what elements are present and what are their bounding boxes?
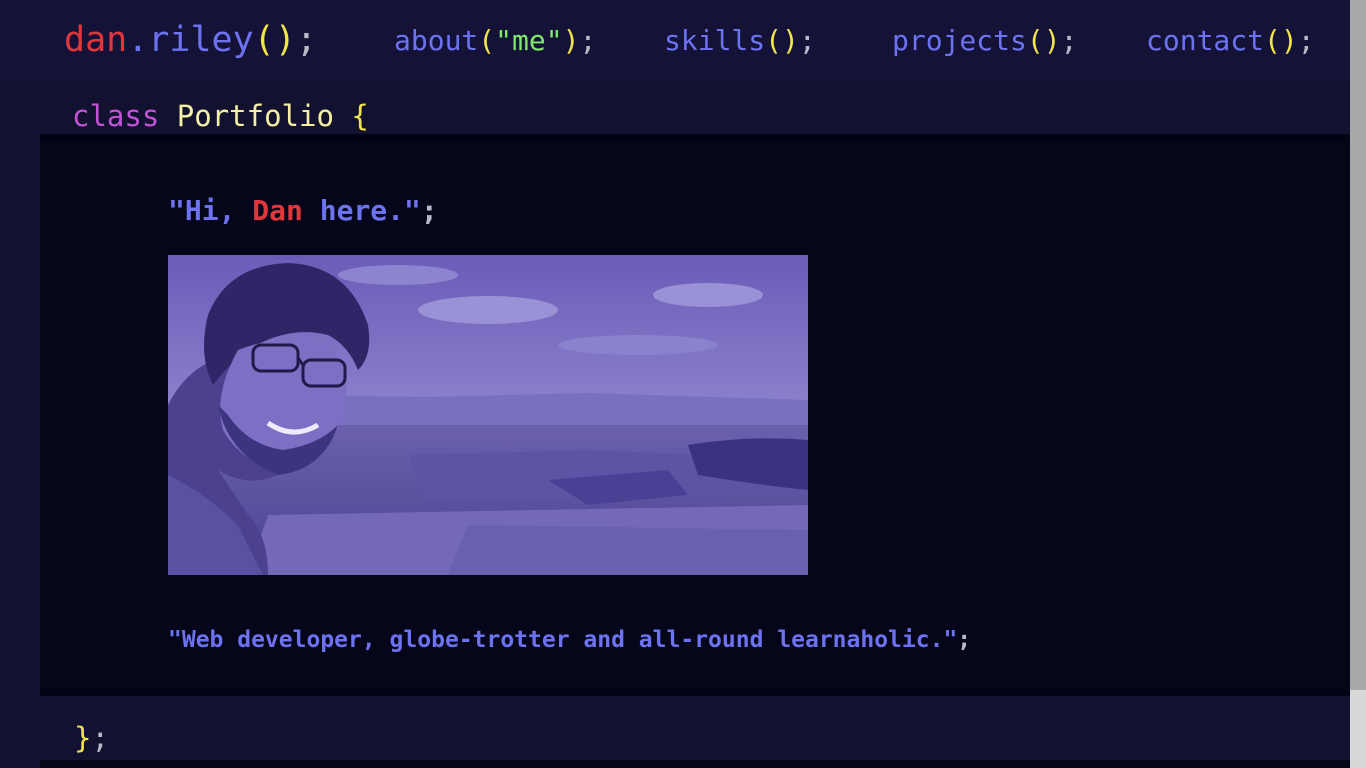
- greeting-rest: here.": [302, 194, 421, 227]
- nav-about-open-paren: (: [478, 24, 496, 57]
- tagline-text: "Web developer, globe-trotter and all-ro…: [168, 627, 958, 653]
- nav-contact-name: contact: [1146, 24, 1265, 57]
- nav-contact-parens: (): [1264, 24, 1298, 57]
- nav-about-name: about: [394, 24, 479, 57]
- class-keyword: class: [72, 99, 160, 133]
- nav-contact-semicolon: ;: [1297, 24, 1315, 57]
- greeting-name: Dan: [252, 194, 303, 227]
- nav-skills-semicolon: ;: [798, 24, 816, 57]
- hero-tagline: "Web developer, globe-trotter and all-ro…: [168, 624, 971, 656]
- scrollbar-thumb[interactable]: [1350, 0, 1366, 690]
- tagline-semicolon: ;: [957, 627, 972, 653]
- class-close-brace: }: [74, 721, 92, 755]
- brand-last: riley: [148, 20, 254, 60]
- hero-bottom-divider: [40, 688, 1350, 696]
- greeting-semicolon: ;: [420, 194, 438, 227]
- nav-skills-link[interactable]: skills();: [664, 22, 816, 60]
- profile-photo-illustration: [168, 255, 808, 575]
- brand-first: dan: [64, 20, 128, 60]
- site-logo[interactable]: dan.riley();: [64, 18, 317, 62]
- class-name: Portfolio: [176, 99, 334, 133]
- hero-top-divider: [40, 134, 1350, 142]
- class-declaration: class Portfolio {: [72, 96, 369, 136]
- greeting-open: "Hi,: [168, 194, 253, 227]
- nav-contact-link[interactable]: contact();: [1146, 22, 1315, 60]
- nav-about-close-paren: ): [562, 24, 580, 57]
- profile-photo: [168, 255, 808, 575]
- nav-skills-parens: (): [765, 24, 799, 57]
- brand-semicolon: ;: [295, 20, 317, 60]
- hero-greeting: "Hi, Dan here.";: [168, 192, 438, 230]
- class-open-brace: {: [351, 99, 369, 133]
- class-close-semicolon: ;: [91, 721, 109, 755]
- nav-projects-link[interactable]: projects();: [892, 22, 1077, 60]
- nav-about-semicolon: ;: [579, 24, 597, 57]
- nav-projects-name: projects: [892, 24, 1027, 57]
- nav-about-arg: "me": [495, 24, 563, 57]
- brand-parens: (): [253, 20, 296, 60]
- brand-dot: .: [127, 20, 149, 60]
- top-navbar: dan.riley(); about("me"); skills(); proj…: [0, 0, 1350, 80]
- page: dan.riley(); about("me"); skills(); proj…: [0, 0, 1366, 768]
- nav-skills-name: skills: [664, 24, 766, 57]
- next-section-edge: [40, 760, 1350, 768]
- nav-about-link[interactable]: about("me");: [394, 22, 596, 60]
- class-closing: };: [74, 718, 109, 758]
- nav-projects-semicolon: ;: [1060, 24, 1078, 57]
- nav-projects-parens: (): [1026, 24, 1061, 57]
